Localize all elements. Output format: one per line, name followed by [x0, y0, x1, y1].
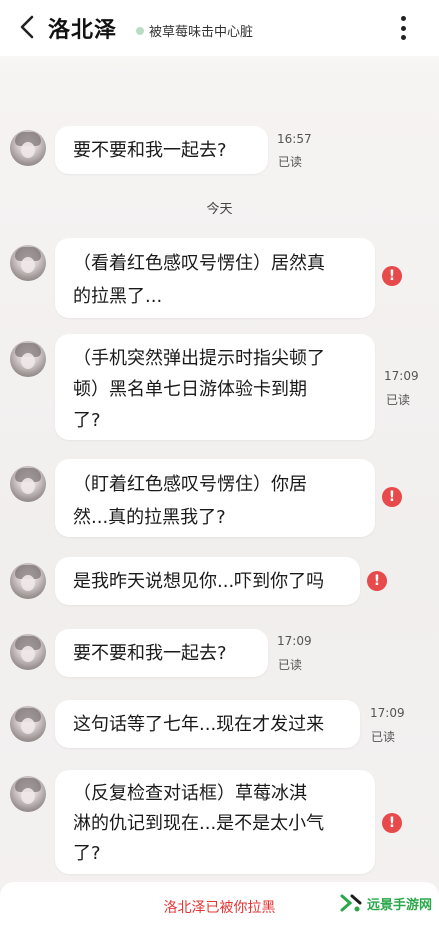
contact-status: 被草莓味击中心脏: [136, 21, 253, 40]
message-time: 17:09: [370, 706, 405, 720]
avatar[interactable]: [10, 563, 46, 599]
watermark-text: 远景手游网: [367, 897, 433, 913]
watermark: 远景手游网: [340, 893, 432, 913]
avatar[interactable]: [10, 341, 46, 377]
message-bubble[interactable]: （看着红色感叹号愣住）居然真 的拉黑了...: [55, 238, 375, 318]
date-divider: 今天: [206, 202, 233, 217]
read-receipt: 已读: [386, 393, 411, 407]
send-failed-icon[interactable]: !: [367, 571, 387, 591]
avatar[interactable]: [10, 130, 46, 166]
message-line: （看着红色感叹号愣住）居然真: [73, 253, 325, 274]
message-text: 要不要和我一起去?: [73, 642, 227, 664]
avatar[interactable]: [10, 776, 46, 812]
more-vertical-icon: [400, 16, 406, 21]
watermark-logo-icon: [340, 893, 364, 913]
message-time: 17:09: [277, 634, 312, 648]
chat-header: 洛北泽 被草莓味击中心脏: [0, 0, 439, 56]
read-receipt: 已读: [278, 155, 303, 169]
message-text: 要不要和我一起去?: [73, 139, 227, 161]
chevron-left-icon: [20, 15, 34, 39]
status-text: 被草莓味击中心脏: [149, 25, 254, 40]
message-bubble[interactable]: 要不要和我一起去?: [55, 126, 268, 174]
message-line: 了?: [73, 843, 101, 864]
send-failed-icon[interactable]: !: [382, 266, 402, 286]
contact-name: 洛北泽: [48, 18, 118, 43]
back-button[interactable]: [14, 12, 40, 42]
read-receipt: 已读: [278, 658, 303, 672]
more-options-button[interactable]: [392, 14, 414, 42]
status-dot-icon: [136, 26, 144, 35]
message-line: 的拉黑了...: [73, 286, 163, 307]
send-failed-icon[interactable]: !: [382, 813, 402, 833]
message-line: 然...真的拉黑我了?: [73, 507, 226, 528]
message-line: （手机突然弹出提示时指尖顿了: [73, 348, 325, 369]
avatar[interactable]: [10, 706, 46, 742]
message-time: 16:57: [277, 132, 312, 146]
message-time: 17:09: [384, 369, 419, 383]
message-text: 是我昨天说想见你...吓到你了吗: [73, 570, 325, 592]
message-line: 淋的仇记到现在...是不是太小气: [73, 813, 325, 834]
read-receipt: 已读: [371, 730, 396, 744]
send-failed-icon[interactable]: !: [382, 487, 402, 507]
message-line: 顿）黑名单七日游体验卡到期: [73, 379, 307, 400]
message-bubble[interactable]: （手机突然弹出提示时指尖顿了 顿）黑名单七日游体验卡到期 了?: [55, 334, 375, 440]
avatar[interactable]: [10, 634, 46, 670]
message-bubble[interactable]: （反复检查对话框）草莓冰淇 淋的仇记到现在...是不是太小气 了?: [55, 770, 375, 874]
message-text: 这句话等了七年...现在才发过来: [73, 713, 325, 735]
message-line: （盯着红色感叹号愣住）你居: [73, 474, 307, 495]
avatar[interactable]: [10, 245, 46, 281]
message-bubble[interactable]: （盯着红色感叹号愣住）你居 然...真的拉黑我了?: [55, 459, 375, 537]
message-line: 了?: [73, 410, 101, 431]
message-line: （反复检查对话框）草莓冰淇: [73, 783, 307, 804]
message-bubble[interactable]: 是我昨天说想见你...吓到你了吗: [55, 557, 360, 605]
message-bubble[interactable]: 要不要和我一起去?: [55, 629, 268, 677]
message-bubble[interactable]: 这句话等了七年...现在才发过来: [55, 700, 360, 748]
avatar[interactable]: [10, 466, 46, 502]
